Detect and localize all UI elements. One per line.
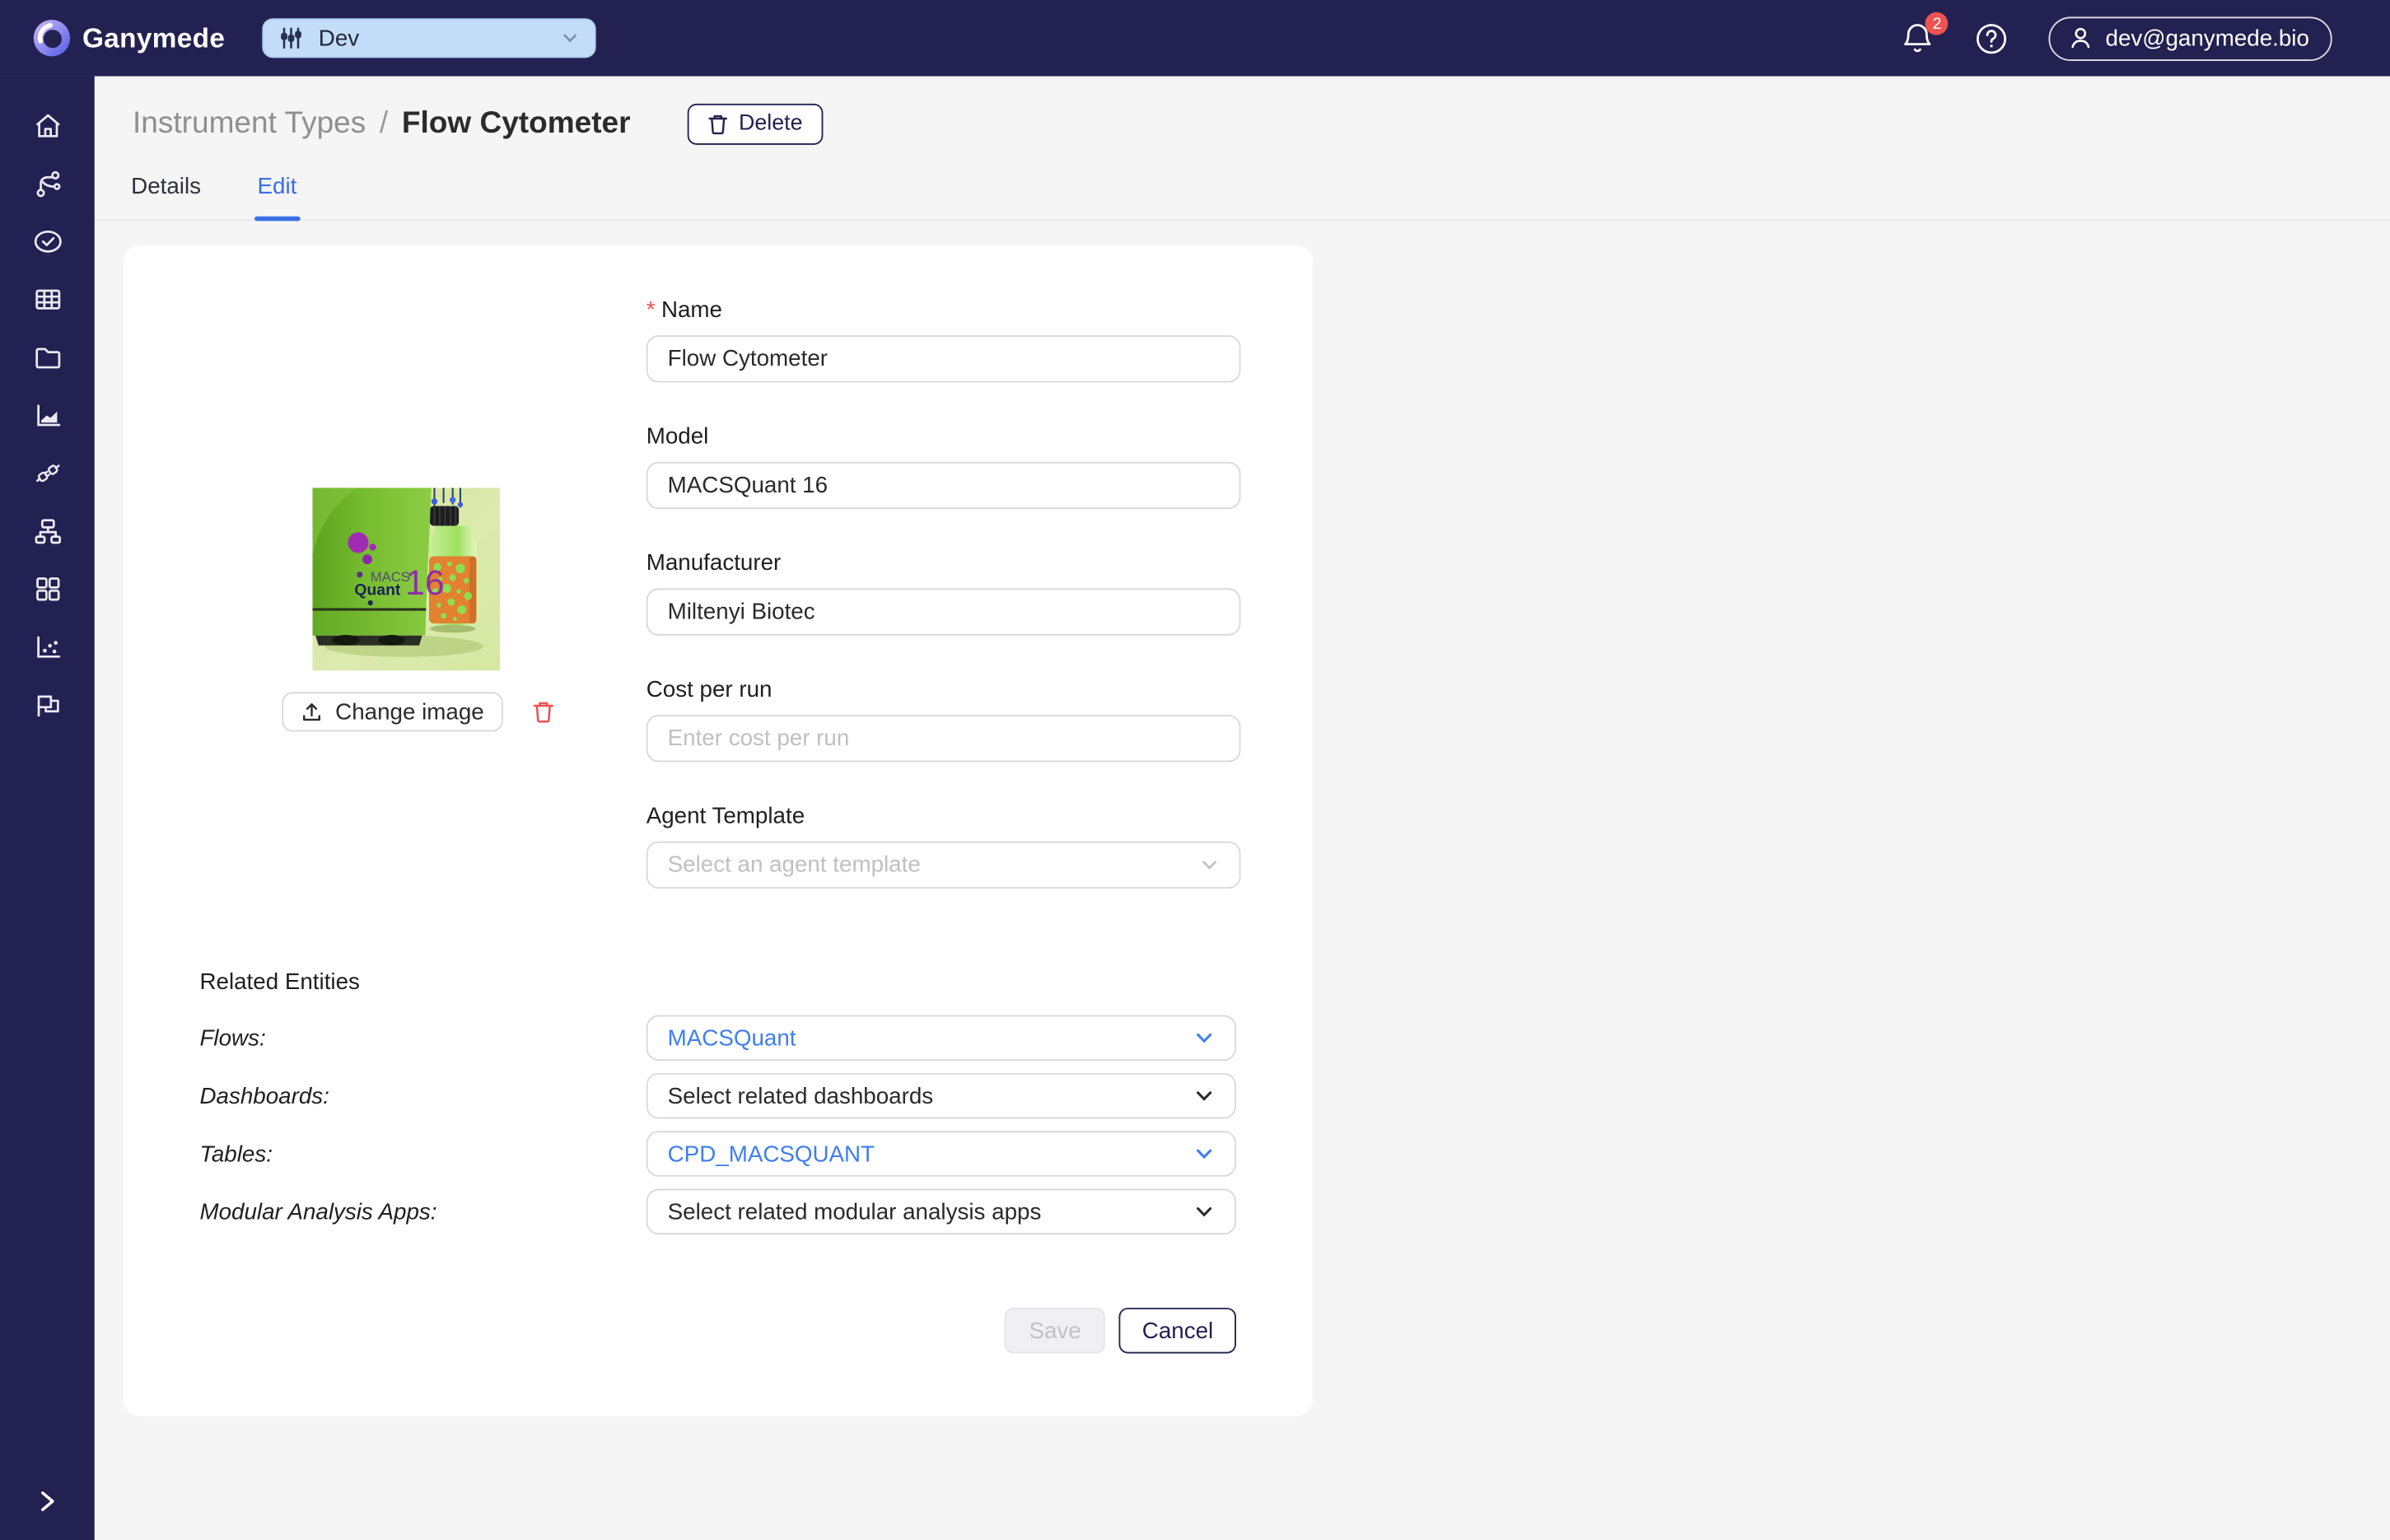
left-sidebar <box>0 76 95 1540</box>
sitemap-icon[interactable] <box>31 516 63 548</box>
chevron-right-icon <box>34 1486 61 1516</box>
manufacturer-input[interactable] <box>646 588 1241 636</box>
model-label: Model <box>646 423 709 450</box>
change-image-label: Change image <box>335 698 484 726</box>
cancel-button[interactable]: Cancel <box>1119 1307 1236 1354</box>
sliders-icon <box>279 26 304 50</box>
table-icon[interactable] <box>31 283 63 315</box>
tab-details[interactable]: Details <box>128 165 203 220</box>
related-row-modular-analysis-apps: Modular Analysis Apps: Select related mo… <box>124 1188 1313 1235</box>
environment-select[interactable]: Dev <box>262 18 596 58</box>
main-content: Instrument Types / Flow Cytometer Delete… <box>94 77 2390 1540</box>
dashboards-value: Select related dashboards <box>667 1082 934 1109</box>
breadcrumb-parent[interactable]: Instrument Types <box>133 106 366 142</box>
flag-icon[interactable] <box>31 689 63 721</box>
edit-form-card: MACS Quant 16 Change image * Name Flow C… <box>123 245 1313 1416</box>
quant-text: Quant <box>354 581 401 600</box>
brand: Ganymede <box>32 18 225 58</box>
modular-analysis-apps-label: Modular Analysis Apps: <box>199 1198 437 1225</box>
name-input[interactable] <box>646 335 1241 383</box>
cost-per-run-label: Cost per run <box>646 676 773 703</box>
chevron-down-icon <box>1193 1201 1215 1222</box>
chevron-down-icon <box>561 29 579 47</box>
flows-select[interactable]: MACSQuant <box>646 1015 1236 1062</box>
instrument-image-column: MACS Quant 16 Change image <box>124 245 647 889</box>
delete-button[interactable]: Delete <box>687 102 823 144</box>
notification-badge: 2 <box>1926 12 1949 35</box>
git-branch-icon[interactable] <box>31 168 63 200</box>
tab-bar: Details Edit <box>94 165 2390 222</box>
notifications-button[interactable]: 2 <box>1902 12 1949 56</box>
manufacturer-label: Manufacturer <box>646 550 782 576</box>
trash-icon <box>707 112 728 135</box>
agent-template-select[interactable]: Select an agent template <box>646 841 1241 889</box>
related-entities-title: Related Entities <box>199 969 360 996</box>
sixteen-text: 16 <box>405 563 444 603</box>
check-oval-icon[interactable] <box>31 226 63 258</box>
sidebar-expand-button[interactable] <box>0 1486 95 1516</box>
related-row-flows: Flows: MACSQuant <box>124 1015 1313 1062</box>
tables-label: Tables: <box>199 1141 273 1167</box>
related-row-tables: Tables: CPD_MACSQUANT <box>124 1131 1313 1177</box>
folder-icon[interactable] <box>31 342 63 374</box>
save-button[interactable]: Save <box>1004 1307 1106 1354</box>
agent-template-label: Agent Template <box>646 803 805 829</box>
change-image-button[interactable]: Change image <box>282 692 502 732</box>
top-navbar: Ganymede Dev 2 dev@ganymede.bio <box>0 0 2390 77</box>
apps-grid-icon[interactable] <box>31 573 63 605</box>
area-chart-icon[interactable] <box>31 399 63 432</box>
plug-icon[interactable] <box>31 457 63 489</box>
chevron-down-icon <box>1193 1143 1215 1164</box>
tables-select[interactable]: CPD_MACSQUANT <box>646 1131 1236 1177</box>
required-asterisk: * <box>646 296 656 324</box>
breadcrumb-current: Flow Cytometer <box>401 105 631 140</box>
model-input[interactable] <box>646 461 1241 510</box>
form-fields-column: *Name Model Manufacturer Cost per run <box>646 245 1241 889</box>
brand-name: Ganymede <box>82 21 226 53</box>
instrument-image: MACS Quant 16 <box>312 488 501 671</box>
delete-button-label: Delete <box>738 111 803 136</box>
flows-value: MACSQuant <box>667 1024 796 1052</box>
user-email: dev@ganymede.bio <box>2105 25 2309 52</box>
modular-analysis-apps-value: Select related modular analysis apps <box>667 1198 1042 1225</box>
cost-per-run-input[interactable] <box>646 715 1241 763</box>
user-menu-button[interactable]: dev@ganymede.bio <box>2049 16 2332 61</box>
dashboards-label: Dashboards: <box>199 1082 329 1109</box>
page-header: Instrument Types / Flow Cytometer Delete <box>133 97 2390 149</box>
environment-value: Dev <box>318 25 360 52</box>
app-root: Ganymede Dev 2 dev@ganymede.bio Instrume… <box>0 0 2390 1540</box>
dashboards-select[interactable]: Select related dashboards <box>646 1072 1236 1119</box>
modular-analysis-apps-select[interactable]: Select related modular analysis apps <box>646 1188 1236 1235</box>
flows-label: Flows: <box>199 1024 266 1052</box>
user-icon <box>2069 26 2094 50</box>
tab-edit[interactable]: Edit <box>254 165 300 222</box>
chevron-down-icon <box>1200 855 1220 875</box>
navbar-right: 2 dev@ganymede.bio <box>1902 0 2332 77</box>
remove-image-trash-icon[interactable] <box>531 700 554 725</box>
breadcrumb-separator: / <box>379 105 389 140</box>
related-row-dashboards: Dashboards: Select related dashboards <box>124 1072 1313 1119</box>
upload-icon <box>301 700 324 723</box>
chevron-down-icon <box>1193 1027 1215 1048</box>
ganymede-logo-icon <box>32 18 72 58</box>
tables-value: CPD_MACSQUANT <box>667 1141 875 1167</box>
scatter-chart-icon[interactable] <box>31 631 63 663</box>
question-circle-icon[interactable] <box>1976 22 2008 54</box>
chevron-down-icon <box>1193 1085 1215 1107</box>
home-icon[interactable] <box>31 110 63 142</box>
agent-template-placeholder: Select an agent template <box>667 852 921 879</box>
name-label: * Name <box>646 296 723 324</box>
